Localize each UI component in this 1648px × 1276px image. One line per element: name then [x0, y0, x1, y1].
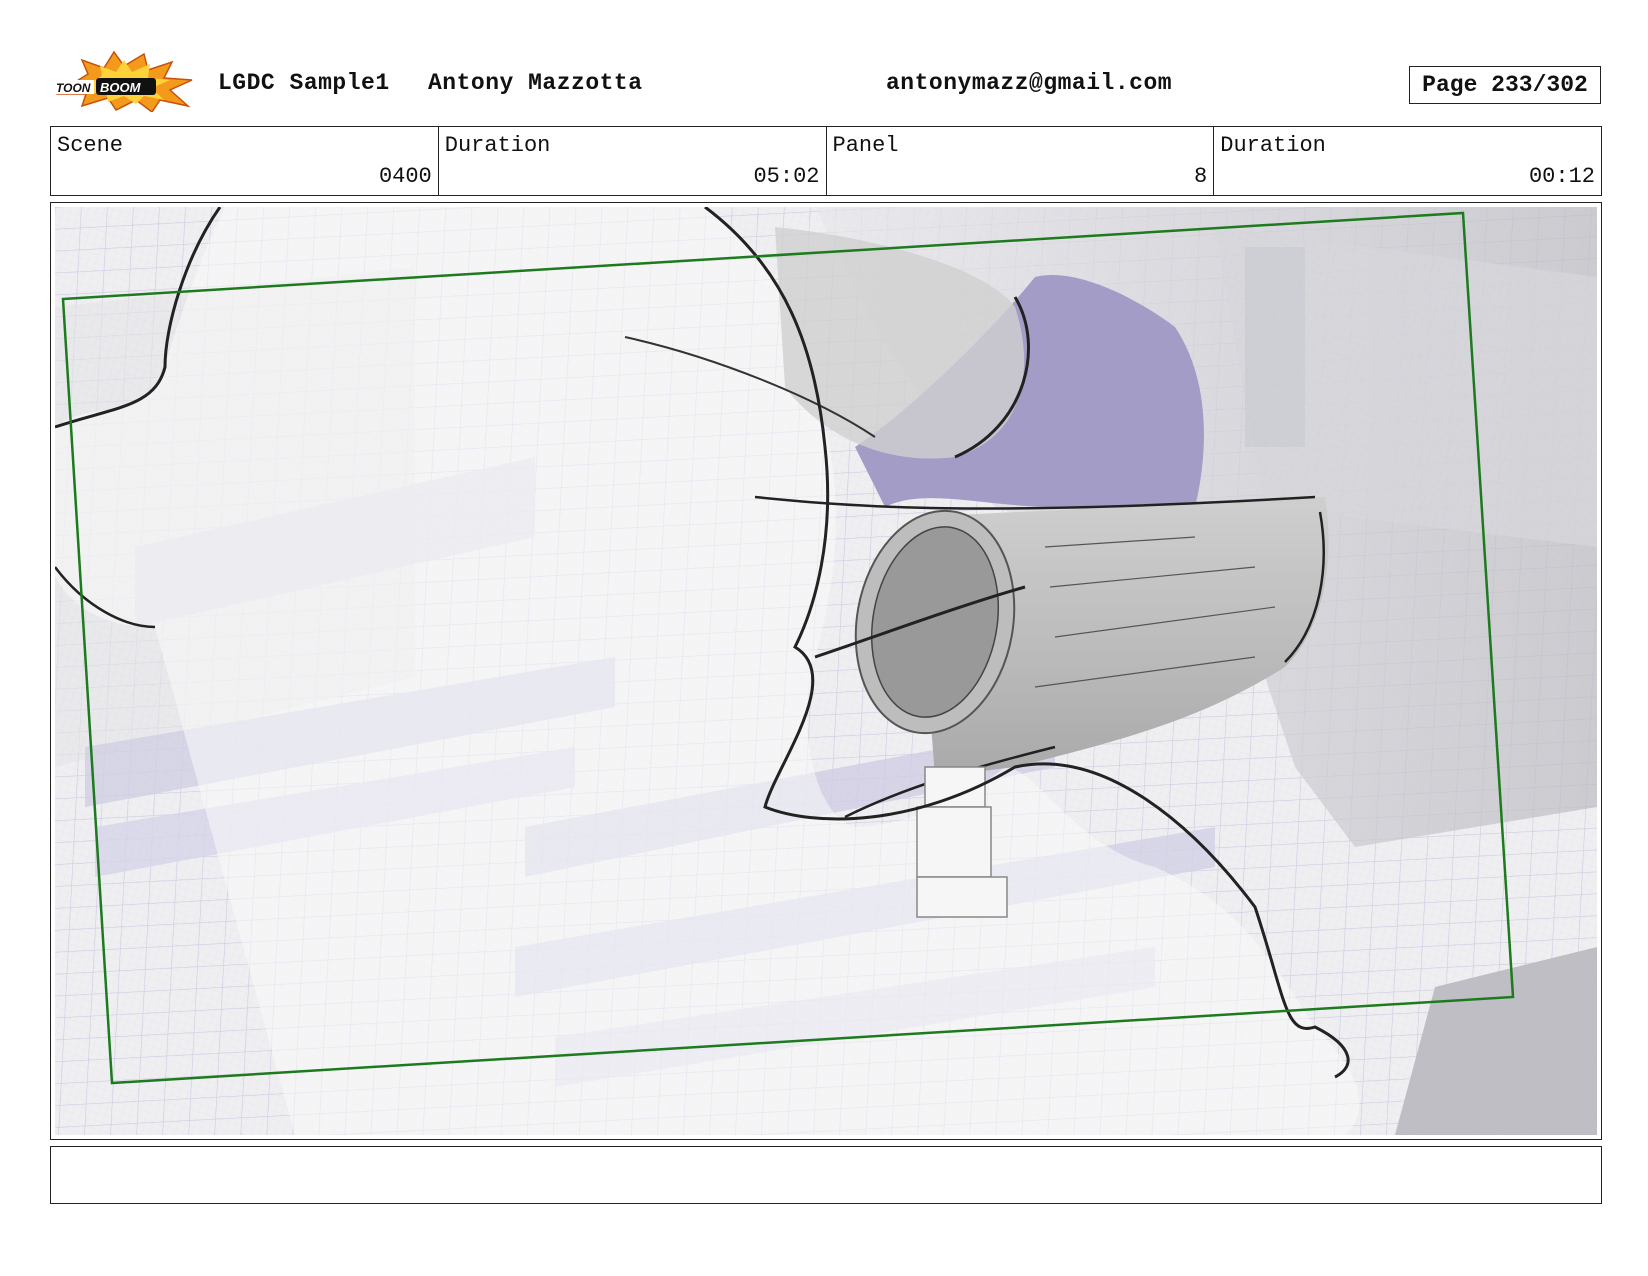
page-number: Page 233/302 [1422, 72, 1588, 98]
toonboom-logo: TOON BOOM [54, 50, 193, 112]
author-name: Antony Mazzotta [428, 70, 643, 96]
storyboard-sketch-image [55, 207, 1597, 1135]
storyboard-panel [50, 202, 1602, 1140]
scene-duration-label: Duration [444, 133, 551, 158]
caption-box [50, 1146, 1602, 1204]
author-email: antonymazz@gmail.com [886, 70, 1173, 96]
page-number-box: Page 233/302 [1409, 66, 1601, 104]
page-header: TOON BOOM LGDC Sample1 Antony Mazzotta a… [0, 0, 1648, 120]
panel-duration-label: Duration [1220, 133, 1326, 158]
scene-duration-cell: Duration 05:02 [439, 127, 827, 195]
scene-label: Scene [57, 133, 124, 158]
panel-cell: Panel 8 [827, 127, 1215, 195]
scene-info-table: Scene 0400 Duration 05:02 Panel 8 Durati… [50, 126, 1602, 196]
panel-value: 8 [1194, 164, 1208, 189]
scene-cell: Scene 0400 [51, 127, 439, 195]
scene-duration-value: 05:02 [753, 164, 820, 189]
svg-text:TOON: TOON [56, 81, 91, 95]
scene-value: 0400 [378, 164, 432, 189]
panel-duration-value: 00:12 [1528, 164, 1595, 189]
panel-duration-cell: Duration 00:12 [1214, 127, 1601, 195]
panel-label: Panel [832, 133, 899, 158]
project-title: LGDC Sample1 [218, 70, 390, 96]
svg-text:BOOM: BOOM [100, 80, 142, 95]
